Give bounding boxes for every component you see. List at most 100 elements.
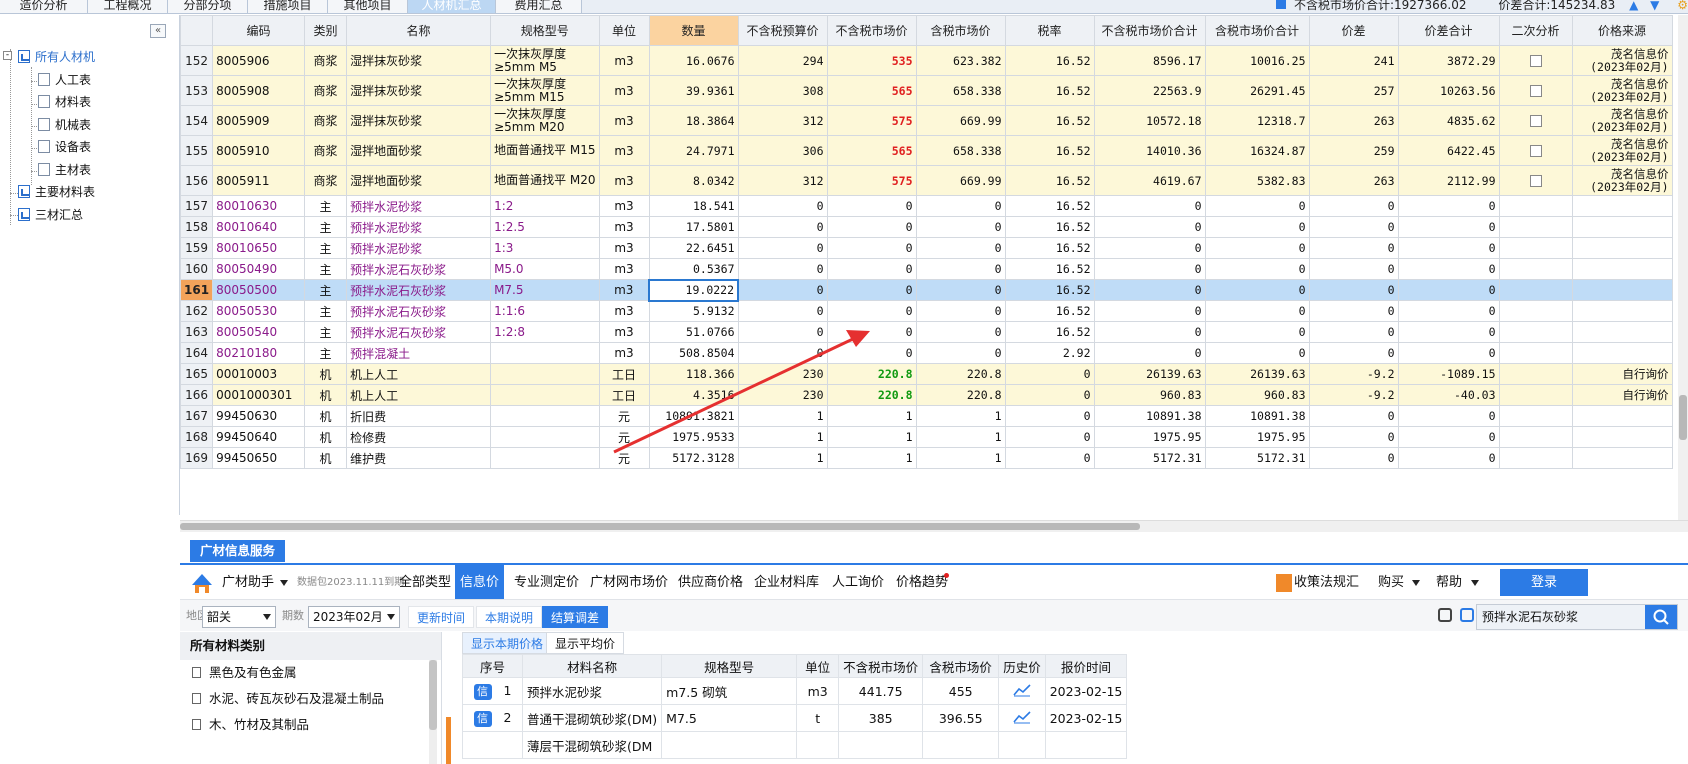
- material-search[interactable]: 预拌水泥石灰砂浆: [1476, 604, 1678, 630]
- tree-node-main-material[interactable]: 主材表: [38, 160, 91, 180]
- budget-price-cell[interactable]: 0: [737, 237, 828, 259]
- row-number[interactable]: 155: [180, 135, 214, 166]
- spec-cell[interactable]: 地面普通找平 M15: [490, 135, 600, 166]
- market-price-cell[interactable]: 565: [826, 75, 917, 106]
- seq-header[interactable]: 序号: [462, 654, 523, 678]
- unit-cell[interactable]: 元: [598, 405, 650, 427]
- name-cell[interactable]: 预拌水泥砂浆: [346, 195, 492, 217]
- tab-current-price[interactable]: 显示本期价格: [462, 632, 553, 654]
- tax-rate-cell[interactable]: 0: [1004, 426, 1095, 448]
- history-cell[interactable]: [998, 731, 1046, 759]
- spec-cell[interactable]: M5.0: [490, 258, 600, 280]
- taxed-price-cell[interactable]: 220.8: [915, 363, 1006, 385]
- taxed-total-cell[interactable]: 0: [1204, 321, 1310, 343]
- taxed-price-cell[interactable]: 0: [915, 300, 1006, 322]
- taxed-price-cell[interactable]: 0: [915, 216, 1006, 238]
- row-number-header[interactable]: [180, 15, 214, 46]
- diff-total-cell[interactable]: 0: [1397, 342, 1500, 364]
- price-diff-cell[interactable]: 0: [1308, 195, 1399, 217]
- spec-cell[interactable]: 1:2: [490, 195, 600, 217]
- price-source-cell[interactable]: [1571, 216, 1673, 238]
- market-price-cell[interactable]: 575: [826, 105, 917, 136]
- category-item[interactable]: 黑色及有色金属: [180, 660, 441, 686]
- table-row[interactable]: 153 8005908 商浆 湿拌抹灰砂浆 一次抹灰厚度 ≥5mm M15 m3 39.93…: [180, 75, 1673, 106]
- unit-cell[interactable]: m3: [598, 195, 650, 217]
- market-price-cell[interactable]: 535: [826, 45, 917, 76]
- market-total-cell[interactable]: 5172.31: [1093, 447, 1206, 469]
- unit-cell[interactable]: 元: [598, 447, 650, 469]
- nav-professional-price[interactable]: 专业测定价: [514, 565, 579, 601]
- quantity-cell[interactable]: 24.7971: [648, 135, 739, 166]
- tax-rate-cell[interactable]: 16.52: [1004, 45, 1095, 76]
- row-number[interactable]: 167: [180, 405, 214, 427]
- taxed-price-cell[interactable]: 658.338: [915, 75, 1006, 106]
- tab-measures[interactable]: 措施项目: [248, 0, 328, 13]
- category-cell[interactable]: 主: [304, 279, 348, 301]
- table-row[interactable]: 161 80050500 主预拌水泥石灰砂浆 M7.5 m3 19.0222 0 0 0 16.5…: [180, 278, 1673, 302]
- unlock-icon[interactable]: [1460, 608, 1474, 622]
- nav-enterprise-library[interactable]: 企业材料库: [754, 565, 819, 601]
- taxed-price-cell[interactable]: 0: [915, 258, 1006, 280]
- quantity-cell[interactable]: 508.8504: [648, 342, 739, 364]
- price-diff-cell[interactable]: 257: [1308, 75, 1399, 106]
- market-price-header[interactable]: 不含税市场价: [826, 15, 917, 46]
- taxed-total-cell[interactable]: 0: [1204, 216, 1310, 238]
- tab-average-price[interactable]: 显示平均价: [546, 632, 625, 654]
- price-source-cell[interactable]: [1571, 258, 1673, 280]
- taxed-price-cell[interactable]: 0: [915, 321, 1006, 343]
- nav-price-trend[interactable]: 价格趋势: [896, 565, 948, 601]
- diff-total-cell[interactable]: 6422.45: [1397, 135, 1500, 166]
- diff-total-cell[interactable]: 0: [1397, 405, 1500, 427]
- checkbox[interactable]: [1529, 115, 1542, 127]
- grid-horizontal-scrollbar[interactable]: [180, 520, 1688, 532]
- budget-price-header[interactable]: 不含税预算价: [737, 15, 828, 46]
- quantity-header[interactable]: 数量: [648, 15, 739, 46]
- price-source-cell[interactable]: [1571, 237, 1673, 259]
- region-select[interactable]: 韶关: [202, 606, 276, 628]
- taxed-total-cell[interactable]: 0: [1204, 342, 1310, 364]
- code-cell[interactable]: 8005906: [212, 45, 306, 76]
- unit-cell[interactable]: m3: [598, 237, 650, 259]
- spec-cell[interactable]: 一次抹灰厚度 ≥5mm M20: [490, 105, 600, 136]
- tab-cost-analysis[interactable]: 造价分析: [0, 0, 88, 13]
- name-header[interactable]: 名称: [346, 15, 492, 46]
- table-row[interactable]: 154 8005909 商浆 湿拌抹灰砂浆 一次抹灰厚度 ≥5mm M20 m3 18.38…: [180, 105, 1673, 136]
- quote-time-header[interactable]: 报价时间: [1044, 654, 1128, 678]
- market-total-cell[interactable]: 0: [1093, 216, 1206, 238]
- secondary-analysis-cell[interactable]: [1498, 384, 1573, 406]
- taxed-total-cell[interactable]: 12318.7: [1204, 105, 1310, 136]
- market-total-cell[interactable]: 4619.67: [1093, 165, 1206, 196]
- row-number[interactable]: 153: [180, 75, 214, 106]
- category-cell[interactable]: 机: [304, 363, 348, 385]
- market-total-cell[interactable]: 26139.63: [1093, 363, 1206, 385]
- market-total-cell[interactable]: 0: [1093, 300, 1206, 322]
- price-diff-cell[interactable]: 263: [1308, 165, 1399, 196]
- quantity-cell[interactable]: 18.541: [648, 195, 739, 217]
- tab-fee-summary[interactable]: 费用汇总: [496, 0, 582, 13]
- budget-price-cell[interactable]: 312: [737, 105, 828, 136]
- secondary-analysis-cell[interactable]: [1498, 105, 1573, 136]
- market-price-cell[interactable]: 565: [826, 135, 917, 166]
- grid-vertical-scrollbar[interactable]: [1678, 15, 1688, 520]
- taxed-price-cell[interactable]: 669.99: [915, 105, 1006, 136]
- code-cell[interactable]: 80050500: [212, 279, 306, 301]
- table-row[interactable]: 158 80010640 主预拌水泥砂浆 1:2.5 m3 17.5801 0 0 0 16.52…: [180, 216, 1673, 238]
- taxed-total-cell[interactable]: 26139.63: [1204, 363, 1310, 385]
- secondary-analysis-cell[interactable]: [1498, 165, 1573, 196]
- budget-price-cell[interactable]: 230: [737, 384, 828, 406]
- name-cell[interactable]: 湿拌抹灰砂浆: [346, 105, 492, 136]
- taxed-price-cell[interactable]: 220.8: [915, 384, 1006, 406]
- category-cell[interactable]: 商浆: [304, 135, 348, 166]
- price-diff-cell[interactable]: 0: [1308, 447, 1399, 469]
- price-source-cell[interactable]: 茂名信息价 (2023年02月): [1571, 45, 1673, 76]
- unit-cell[interactable]: m3: [598, 279, 650, 301]
- price-row[interactable]: 信 2 普通干混砌筑砂浆(DM) M7.5 t 385 396.55 2023-02-15: [462, 704, 1128, 732]
- tree-node-labor[interactable]: 人工表: [38, 70, 91, 90]
- name-cell[interactable]: 预拌水泥砂浆: [346, 216, 492, 238]
- category-item[interactable]: 木、竹材及其制品: [180, 712, 441, 738]
- quantity-cell[interactable]: 5172.3128: [648, 447, 739, 469]
- code-cell[interactable]: 0001000301: [212, 384, 306, 406]
- secondary-analysis-cell[interactable]: [1498, 426, 1573, 448]
- price-source-cell[interactable]: 自行询价: [1571, 363, 1673, 385]
- tax-rate-cell[interactable]: 16.52: [1004, 216, 1095, 238]
